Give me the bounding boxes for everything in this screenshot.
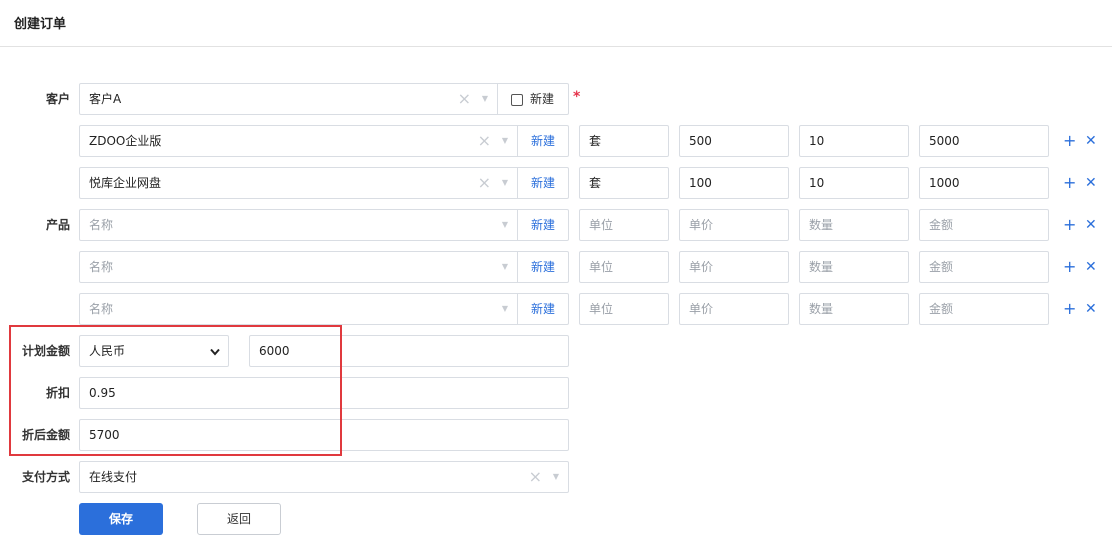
- product-name-value: 名称: [89, 302, 114, 316]
- checkbox-icon[interactable]: [511, 94, 523, 106]
- product-price-input[interactable]: 100: [679, 167, 789, 199]
- new-product-button[interactable]: 新建: [518, 125, 569, 157]
- payment-select[interactable]: 在线支付 × ▼: [79, 461, 569, 493]
- plus-icon[interactable]: +: [1063, 217, 1076, 233]
- required-mark: *: [573, 89, 581, 105]
- product-price-input[interactable]: 单价: [679, 209, 789, 241]
- product-unit-input[interactable]: 单位: [579, 209, 669, 241]
- product-amount-input[interactable]: 金额: [919, 293, 1049, 325]
- caret-down-icon: ▼: [501, 178, 508, 187]
- new-customer-label: 新建: [530, 92, 555, 106]
- product-name-select[interactable]: 悦库企业网盘 × ▼: [79, 167, 518, 199]
- product-price-input[interactable]: 单价: [679, 251, 789, 283]
- new-product-button[interactable]: 新建: [518, 251, 569, 283]
- caret-down-icon: ▼: [501, 262, 508, 271]
- customer-select[interactable]: 客户A × ▼: [79, 83, 498, 115]
- new-product-button[interactable]: 新建: [518, 209, 569, 241]
- product-unit-input[interactable]: 套: [579, 167, 669, 199]
- plus-icon[interactable]: +: [1063, 175, 1076, 191]
- plus-icon[interactable]: +: [1063, 259, 1076, 275]
- product-amount-input[interactable]: 1000: [919, 167, 1049, 199]
- product-price-input[interactable]: 单价: [679, 293, 789, 325]
- new-product-button[interactable]: 新建: [518, 167, 569, 199]
- times-icon[interactable]: ✕: [1085, 217, 1097, 233]
- product-name-select[interactable]: ZDOO企业版 × ▼: [79, 125, 518, 157]
- new-customer-checkbox[interactable]: 新建: [498, 83, 569, 115]
- save-button[interactable]: 保存: [79, 503, 163, 535]
- product-name-select[interactable]: 名称 ▼: [79, 251, 518, 283]
- product-qty-input[interactable]: 10: [799, 125, 909, 157]
- caret-down-icon: ▼: [501, 136, 508, 145]
- clear-icon[interactable]: ×: [478, 126, 491, 156]
- caret-down-icon: ▼: [501, 220, 508, 229]
- times-icon[interactable]: ✕: [1085, 301, 1097, 317]
- page-title: 创建订单: [14, 17, 67, 32]
- times-icon[interactable]: ✕: [1085, 175, 1097, 191]
- back-button[interactable]: 返回: [197, 503, 281, 535]
- product-unit-input[interactable]: 单位: [579, 251, 669, 283]
- caret-down-icon: ▼: [481, 94, 488, 103]
- product-unit-input[interactable]: 单位: [579, 293, 669, 325]
- product-name-value: ZDOO企业版: [89, 134, 162, 148]
- clear-icon[interactable]: ×: [458, 84, 471, 114]
- product-unit-input[interactable]: 套: [579, 125, 669, 157]
- product-qty-input[interactable]: 数量: [799, 293, 909, 325]
- payment-value: 在线支付: [89, 470, 138, 484]
- product-label: 产品: [45, 218, 70, 232]
- title-divider: [0, 46, 1112, 47]
- product-name-select[interactable]: 名称 ▼: [79, 209, 518, 241]
- caret-down-icon: ▼: [552, 472, 559, 481]
- product-name-value: 悦库企业网盘: [89, 176, 162, 190]
- product-amount-input[interactable]: 金额: [919, 209, 1049, 241]
- product-qty-input[interactable]: 数量: [799, 209, 909, 241]
- times-icon[interactable]: ✕: [1085, 133, 1097, 149]
- payment-label: 支付方式: [21, 470, 70, 484]
- product-name-value: 名称: [89, 218, 114, 232]
- product-amount-input[interactable]: 金额: [919, 251, 1049, 283]
- times-icon[interactable]: ✕: [1085, 259, 1097, 275]
- product-name-value: 名称: [89, 260, 114, 274]
- plus-icon[interactable]: +: [1063, 301, 1076, 317]
- product-price-input[interactable]: 500: [679, 125, 789, 157]
- clear-icon[interactable]: ×: [529, 462, 542, 492]
- plus-icon[interactable]: +: [1063, 133, 1076, 149]
- product-amount-input[interactable]: 5000: [919, 125, 1049, 157]
- customer-value: 客户A: [89, 92, 122, 106]
- customer-label: 客户: [45, 92, 70, 106]
- caret-down-icon: ▼: [501, 304, 508, 313]
- highlight-box: [9, 325, 342, 456]
- product-name-select[interactable]: 名称 ▼: [79, 293, 518, 325]
- clear-icon[interactable]: ×: [478, 168, 491, 198]
- product-qty-input[interactable]: 10: [799, 167, 909, 199]
- product-qty-input[interactable]: 数量: [799, 251, 909, 283]
- new-product-button[interactable]: 新建: [518, 293, 569, 325]
